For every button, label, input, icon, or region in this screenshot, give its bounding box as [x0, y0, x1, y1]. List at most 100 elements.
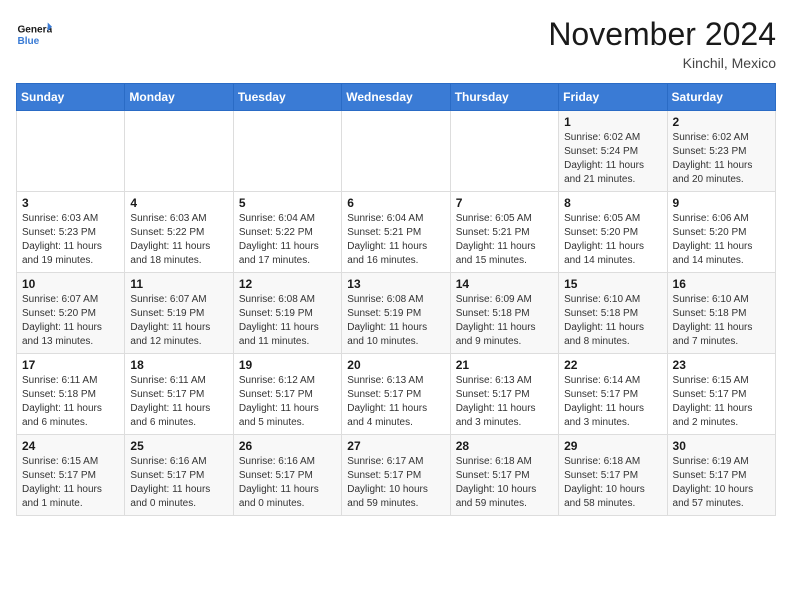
day-info: Sunrise: 6:18 AM Sunset: 5:17 PM Dayligh…	[456, 455, 553, 511]
page-header: General Blue November 2024 Kinchil, Mexi…	[16, 16, 776, 71]
day-info: Sunrise: 6:13 AM Sunset: 5:17 PM Dayligh…	[347, 374, 444, 430]
week-row-2: 3 Sunrise: 6:03 AM Sunset: 5:23 PM Daylig…	[17, 192, 776, 273]
day-info: Sunrise: 6:18 AM Sunset: 5:17 PM Dayligh…	[564, 455, 661, 511]
calendar-cell: 25Sunrise: 6:16 AM Sunset: 5:17 PM Dayli…	[125, 435, 233, 516]
calendar-cell: 17 Sunrise: 6:11 AM Sunset: 5:18 PM Dayli…	[17, 354, 125, 435]
day-number: 2	[673, 115, 770, 129]
calendar-cell: 18Sunrise: 6:11 AM Sunset: 5:17 PM Dayli…	[125, 354, 233, 435]
calendar-cell: 24 Sunrise: 6:15 AM Sunset: 5:17 PM Dayli…	[17, 435, 125, 516]
day-header-thursday: Thursday	[450, 84, 558, 111]
calendar-cell: 23 Sunrise: 6:15 AM Sunset: 5:17 PM Dayli…	[667, 354, 775, 435]
calendar-cell: 7 Sunrise: 6:05 AM Sunset: 5:21 PM Daylig…	[450, 192, 558, 273]
day-info: Sunrise: 6:17 AM Sunset: 5:17 PM Dayligh…	[347, 455, 444, 511]
day-number: 24	[22, 439, 119, 453]
day-number: 12	[239, 277, 336, 291]
day-number: 9	[673, 196, 770, 210]
week-row-1: 1Sunrise: 6:02 AM Sunset: 5:24 PM Daylig…	[17, 111, 776, 192]
calendar-cell: 30Sunrise: 6:19 AM Sunset: 5:17 PM Dayli…	[667, 435, 775, 516]
day-info: Sunrise: 6:06 AM Sunset: 5:20 PM Dayligh…	[673, 212, 770, 268]
day-info: Sunrise: 6:14 AM Sunset: 5:17 PM Dayligh…	[564, 374, 661, 430]
day-number: 20	[347, 358, 444, 372]
calendar-cell: 13Sunrise: 6:08 AM Sunset: 5:19 PM Dayli…	[342, 273, 450, 354]
day-number: 6	[347, 196, 444, 210]
day-info: Sunrise: 6:02 AM Sunset: 5:24 PM Dayligh…	[564, 131, 661, 187]
calendar-cell: 12 Sunrise: 6:08 AM Sunset: 5:19 PM Dayli…	[233, 273, 341, 354]
day-info: Sunrise: 6:11 AM Sunset: 5:18 PM Dayligh…	[22, 374, 119, 430]
day-info: Sunrise: 6:10 AM Sunset: 5:18 PM Dayligh…	[673, 293, 770, 349]
day-number: 7	[456, 196, 553, 210]
day-info: Sunrise: 6:04 AM Sunset: 5:21 PM Dayligh…	[347, 212, 444, 268]
day-number: 10	[22, 277, 119, 291]
calendar-cell: 22 Sunrise: 6:14 AM Sunset: 5:17 PM Dayli…	[559, 354, 667, 435]
calendar-cell: 8 Sunrise: 6:05 AM Sunset: 5:20 PM Daylig…	[559, 192, 667, 273]
calendar-cell: 5Sunrise: 6:04 AM Sunset: 5:22 PM Daylig…	[233, 192, 341, 273]
calendar-cell: 4 Sunrise: 6:03 AM Sunset: 5:22 PM Daylig…	[125, 192, 233, 273]
calendar-cell	[125, 111, 233, 192]
calendar-cell: 26Sunrise: 6:16 AM Sunset: 5:17 PM Dayli…	[233, 435, 341, 516]
calendar-cell: 2 Sunrise: 6:02 AM Sunset: 5:23 PM Daylig…	[667, 111, 775, 192]
day-number: 21	[456, 358, 553, 372]
day-number: 23	[673, 358, 770, 372]
day-info: Sunrise: 6:15 AM Sunset: 5:17 PM Dayligh…	[22, 455, 119, 511]
day-number: 22	[564, 358, 661, 372]
day-header-tuesday: Tuesday	[233, 84, 341, 111]
week-row-5: 24 Sunrise: 6:15 AM Sunset: 5:17 PM Dayli…	[17, 435, 776, 516]
calendar-table: SundayMondayTuesdayWednesdayThursdayFrid…	[16, 83, 776, 516]
week-row-3: 10 Sunrise: 6:07 AM Sunset: 5:20 PM Dayli…	[17, 273, 776, 354]
calendar-cell: 14Sunrise: 6:09 AM Sunset: 5:18 PM Dayli…	[450, 273, 558, 354]
day-header-wednesday: Wednesday	[342, 84, 450, 111]
location: Kinchil, Mexico	[548, 55, 776, 71]
day-info: Sunrise: 6:15 AM Sunset: 5:17 PM Dayligh…	[673, 374, 770, 430]
day-number: 4	[130, 196, 227, 210]
day-header-sunday: Sunday	[17, 84, 125, 111]
logo-svg: General Blue	[16, 16, 52, 52]
day-info: Sunrise: 6:03 AM Sunset: 5:22 PM Dayligh…	[130, 212, 227, 268]
day-number: 19	[239, 358, 336, 372]
day-header-monday: Monday	[125, 84, 233, 111]
day-info: Sunrise: 6:13 AM Sunset: 5:17 PM Dayligh…	[456, 374, 553, 430]
day-number: 17	[22, 358, 119, 372]
calendar-cell: 20 Sunrise: 6:13 AM Sunset: 5:17 PM Dayli…	[342, 354, 450, 435]
calendar-cell: 15Sunrise: 6:10 AM Sunset: 5:18 PM Dayli…	[559, 273, 667, 354]
day-info: Sunrise: 6:05 AM Sunset: 5:21 PM Dayligh…	[456, 212, 553, 268]
calendar-cell: 3 Sunrise: 6:03 AM Sunset: 5:23 PM Daylig…	[17, 192, 125, 273]
calendar-cell	[450, 111, 558, 192]
calendar-header-row: SundayMondayTuesdayWednesdayThursdayFrid…	[17, 84, 776, 111]
calendar-cell: 10 Sunrise: 6:07 AM Sunset: 5:20 PM Dayli…	[17, 273, 125, 354]
logo: General Blue	[16, 16, 52, 52]
day-info: Sunrise: 6:12 AM Sunset: 5:17 PM Dayligh…	[239, 374, 336, 430]
day-info: Sunrise: 6:05 AM Sunset: 5:20 PM Dayligh…	[564, 212, 661, 268]
day-info: Sunrise: 6:02 AM Sunset: 5:23 PM Dayligh…	[673, 131, 770, 187]
calendar-cell: 16 Sunrise: 6:10 AM Sunset: 5:18 PM Dayli…	[667, 273, 775, 354]
svg-text:Blue: Blue	[17, 36, 39, 47]
day-number: 13	[347, 277, 444, 291]
calendar-cell: 29 Sunrise: 6:18 AM Sunset: 5:17 PM Dayli…	[559, 435, 667, 516]
week-row-4: 17 Sunrise: 6:11 AM Sunset: 5:18 PM Dayli…	[17, 354, 776, 435]
day-header-friday: Friday	[559, 84, 667, 111]
day-number: 16	[673, 277, 770, 291]
day-info: Sunrise: 6:04 AM Sunset: 5:22 PM Dayligh…	[239, 212, 336, 268]
calendar-cell	[342, 111, 450, 192]
day-info: Sunrise: 6:19 AM Sunset: 5:17 PM Dayligh…	[673, 455, 770, 511]
day-info: Sunrise: 6:16 AM Sunset: 5:17 PM Dayligh…	[239, 455, 336, 511]
day-info: Sunrise: 6:16 AM Sunset: 5:17 PM Dayligh…	[130, 455, 227, 511]
day-number: 11	[130, 277, 227, 291]
day-number: 29	[564, 439, 661, 453]
title-block: November 2024 Kinchil, Mexico	[548, 16, 776, 71]
day-number: 18	[130, 358, 227, 372]
calendar-cell: 11 Sunrise: 6:07 AM Sunset: 5:19 PM Dayli…	[125, 273, 233, 354]
month-title: November 2024	[548, 16, 776, 53]
calendar-cell	[17, 111, 125, 192]
day-info: Sunrise: 6:03 AM Sunset: 5:23 PM Dayligh…	[22, 212, 119, 268]
calendar-cell: 6 Sunrise: 6:04 AM Sunset: 5:21 PM Daylig…	[342, 192, 450, 273]
day-info: Sunrise: 6:08 AM Sunset: 5:19 PM Dayligh…	[239, 293, 336, 349]
day-header-saturday: Saturday	[667, 84, 775, 111]
svg-text:General: General	[17, 25, 52, 36]
day-info: Sunrise: 6:10 AM Sunset: 5:18 PM Dayligh…	[564, 293, 661, 349]
day-info: Sunrise: 6:09 AM Sunset: 5:18 PM Dayligh…	[456, 293, 553, 349]
day-number: 27	[347, 439, 444, 453]
day-number: 8	[564, 196, 661, 210]
day-number: 3	[22, 196, 119, 210]
day-info: Sunrise: 6:07 AM Sunset: 5:20 PM Dayligh…	[22, 293, 119, 349]
day-info: Sunrise: 6:07 AM Sunset: 5:19 PM Dayligh…	[130, 293, 227, 349]
